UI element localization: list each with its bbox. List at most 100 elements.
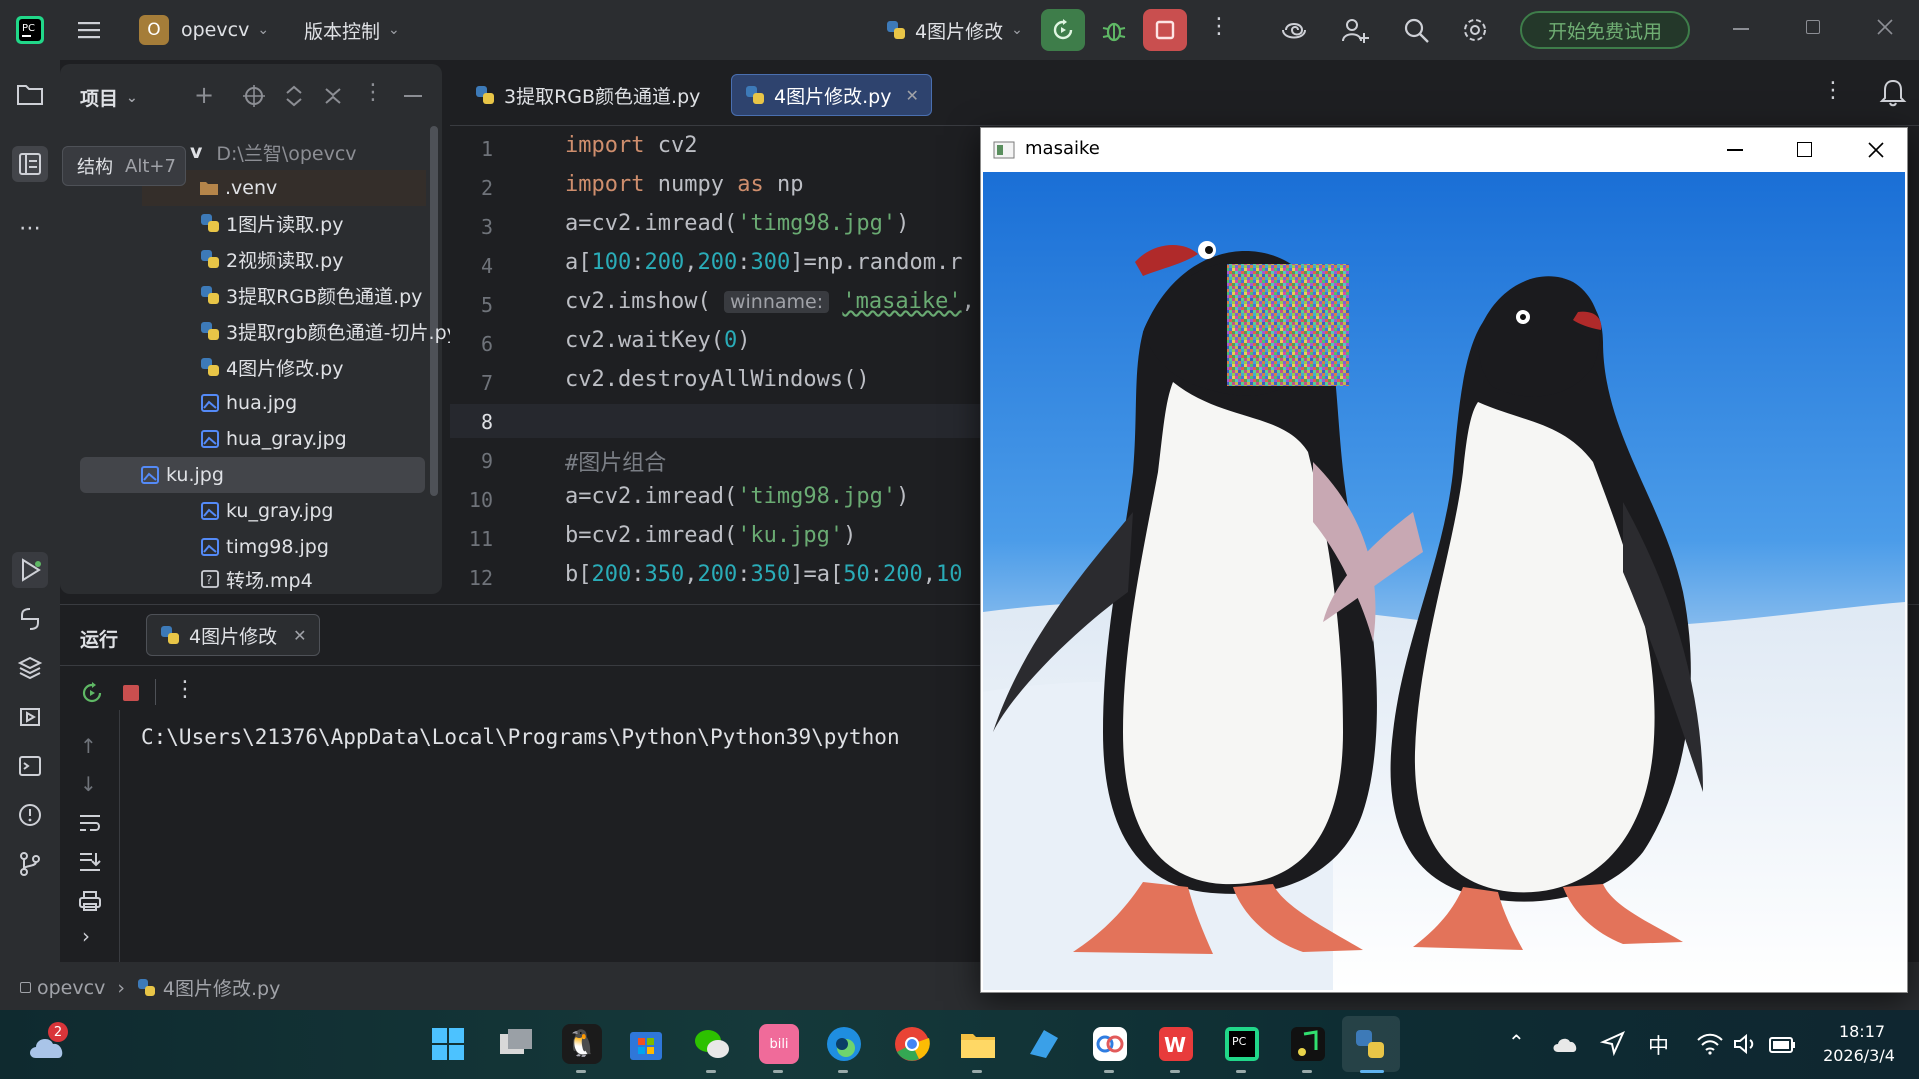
breadcrumb-file[interactable]: 4图片修改.py — [163, 974, 280, 1001]
soft-wrap-icon[interactable] — [78, 812, 102, 834]
close-icon[interactable] — [1867, 141, 1885, 159]
windows-start-icon[interactable] — [428, 1024, 468, 1064]
ai-assistant-icon[interactable] — [1280, 16, 1308, 44]
main-menu-icon[interactable] — [76, 17, 102, 43]
debug-tool-button[interactable] — [12, 699, 48, 735]
tree-item-label: ku_gray.jpg — [226, 500, 334, 522]
options-icon[interactable]: ⋮ — [362, 80, 384, 105]
more-tools-icon[interactable]: ⋯ — [12, 210, 48, 246]
scroll-to-end-icon[interactable] — [78, 850, 102, 872]
print-icon[interactable] — [78, 890, 102, 912]
store-icon[interactable] — [626, 1024, 666, 1064]
add-user-icon[interactable] — [1340, 15, 1370, 45]
close-icon[interactable] — [1876, 18, 1894, 36]
hide-panel-icon[interactable] — [404, 95, 422, 97]
code-line[interactable]: import cv2 — [565, 133, 697, 158]
wifi-icon[interactable] — [1696, 1032, 1724, 1056]
code-line[interactable]: a[100:200,200:300]=np.random.r — [565, 250, 962, 275]
music-app-icon[interactable] — [1288, 1024, 1328, 1064]
locate-file-icon[interactable] — [242, 84, 266, 108]
volume-icon[interactable] — [1732, 1032, 1758, 1056]
chevron-right-icon[interactable]: › — [82, 924, 90, 948]
tab-4-image-modify[interactable]: 4图片修改.py ✕ — [731, 74, 932, 116]
wps-office-icon[interactable]: W — [1156, 1024, 1196, 1064]
code-line[interactable]: import numpy as np — [565, 172, 803, 197]
rerun-button[interactable] — [1041, 9, 1085, 51]
baidu-netdisk-icon[interactable] — [1090, 1024, 1130, 1064]
maximize-icon[interactable] — [1797, 142, 1812, 157]
search-icon[interactable] — [1402, 16, 1430, 44]
tab-3rgb[interactable]: 3提取RGB颜色通道.py — [462, 74, 712, 116]
run-tab-4-image-modify[interactable]: 4图片修改 ✕ — [146, 614, 320, 656]
python-packages-tool-button[interactable] — [12, 601, 48, 637]
problems-tool-button[interactable] — [12, 797, 48, 833]
code-line[interactable]: cv2.waitKey(0) — [565, 328, 750, 353]
svg-text:?: ? — [206, 573, 212, 587]
onedrive-cloud-icon[interactable] — [1552, 1034, 1580, 1054]
chrome-browser-icon[interactable] — [892, 1024, 932, 1064]
code-line[interactable]: cv2.imshow( winname: 'masaike', — [565, 289, 975, 314]
rerun-icon[interactable] — [80, 681, 104, 705]
qq-penguin-icon[interactable]: 🐧 — [562, 1024, 602, 1064]
folder-icon — [200, 182, 218, 195]
notifications-bell-icon[interactable] — [1878, 76, 1908, 108]
more-actions-icon[interactable]: ⋮ — [1208, 14, 1230, 39]
line-number: 6 — [480, 332, 493, 356]
pycharm-taskbar-icon[interactable]: PC — [1222, 1024, 1262, 1064]
more-options-icon[interactable]: ⋮ — [174, 677, 196, 702]
file-explorer-icon[interactable] — [958, 1024, 998, 1064]
terminal-tool-button[interactable] — [12, 748, 48, 784]
breadcrumb-project[interactable]: opevcv — [37, 977, 105, 999]
new-file-icon[interactable]: + — [194, 81, 214, 109]
close-tab-icon[interactable]: ✕ — [293, 626, 306, 645]
input-method-indicator[interactable]: 中 — [1648, 1030, 1669, 1060]
expand-all-icon[interactable] — [284, 84, 304, 108]
git-tool-button[interactable] — [12, 846, 48, 882]
clock-date[interactable]: 2026/3/4 — [1812, 1046, 1906, 1065]
clock-time[interactable]: 18:17 — [1822, 1022, 1902, 1041]
structure-tool-button[interactable] — [12, 146, 48, 182]
settings-gear-icon[interactable] — [1461, 16, 1489, 44]
run-config-selector[interactable]: 4图片修改 ⌄ — [885, 14, 1023, 46]
restore-icon[interactable] — [1806, 20, 1820, 34]
stop-button[interactable] — [1143, 9, 1187, 51]
opencv-window-titlebar[interactable]: masaike — [981, 128, 1907, 171]
wechat-icon[interactable] — [692, 1024, 732, 1064]
minimize-icon[interactable] — [1727, 149, 1743, 151]
run-tool-button[interactable] — [12, 552, 48, 588]
bilibili-icon[interactable]: bili — [759, 1024, 799, 1064]
location-arrow-icon[interactable] — [1600, 1030, 1626, 1056]
services-tool-button[interactable] — [12, 650, 48, 686]
python-app-icon[interactable] — [1352, 1024, 1392, 1064]
tab-options-icon[interactable]: ⋮ — [1822, 78, 1844, 103]
minimize-icon[interactable] — [1733, 28, 1749, 30]
app-icon[interactable] — [1024, 1024, 1064, 1064]
code-line[interactable]: cv2.destroyAllWindows() — [565, 367, 870, 392]
code-line[interactable]: a=cv2.imread('timg98.jpg') — [565, 484, 909, 509]
arrow-down-icon[interactable]: ↓ — [80, 772, 97, 796]
line-number: 1 — [480, 137, 493, 161]
code-line[interactable]: b=cv2.imread('ku.jpg') — [565, 523, 856, 548]
code-line[interactable]: #图片组合 — [565, 445, 666, 477]
battery-icon[interactable] — [1768, 1032, 1798, 1056]
task-view-icon[interactable] — [496, 1024, 536, 1064]
project-tool-button[interactable] — [12, 76, 48, 112]
chevron-up-icon[interactable]: ⌃ — [1508, 1030, 1525, 1054]
vcs-menu[interactable]: 版本控制 ⌄ — [304, 14, 400, 46]
arrow-up-icon[interactable]: ↑ — [80, 734, 97, 758]
project-panel-title[interactable]: 项目 ⌄ — [80, 84, 138, 111]
close-tab-icon[interactable]: ✕ — [905, 86, 918, 105]
chevron-down-icon: ⌄ — [388, 22, 400, 38]
tab-label: 4图片修改.py — [774, 85, 892, 108]
start-free-trial-button[interactable]: 开始免费试用 — [1520, 11, 1690, 49]
edge-browser-icon[interactable] — [824, 1024, 864, 1064]
code-line[interactable]: a=cv2.imread('timg98.jpg') — [565, 211, 909, 236]
tree-item-image-selected[interactable]: ku.jpg — [80, 457, 425, 493]
code-line[interactable]: b[200:350,200:350]=a[50:200,10 — [565, 562, 962, 587]
collapse-all-icon[interactable] — [323, 86, 343, 106]
project-switcher[interactable]: O opevcv ⌄ — [139, 14, 269, 46]
debug-icon[interactable] — [1100, 16, 1128, 44]
structure-icon — [19, 153, 41, 175]
stop-icon[interactable] — [123, 685, 139, 701]
module-icon — [20, 982, 31, 993]
